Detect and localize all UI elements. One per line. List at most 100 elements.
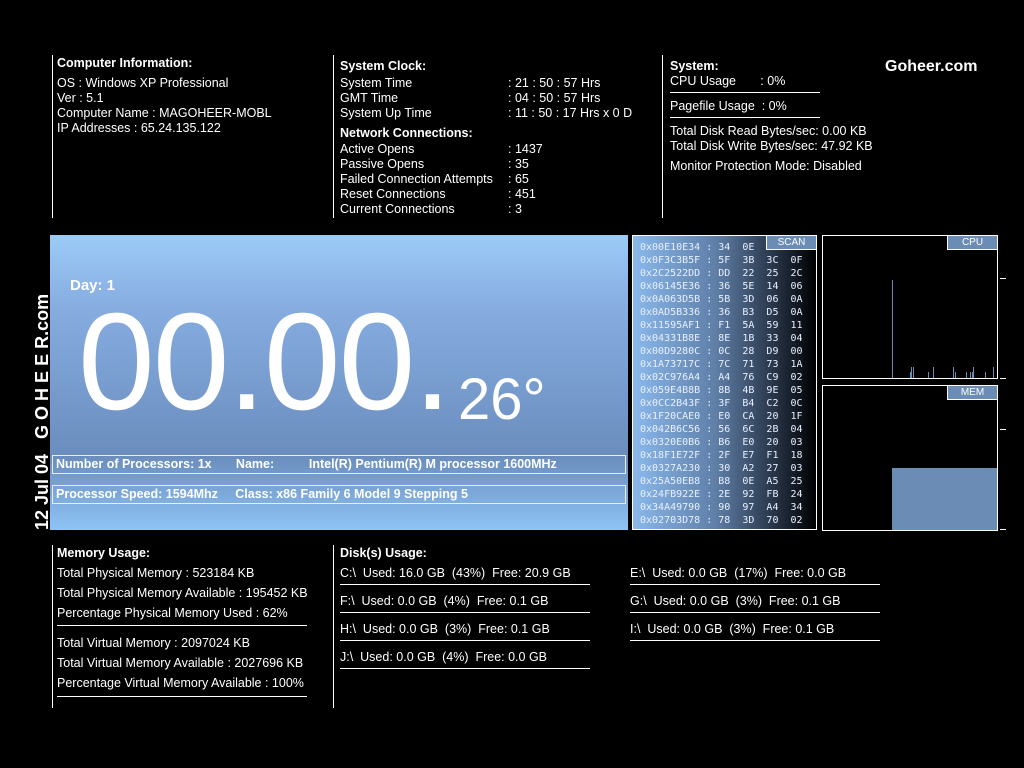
cpu-bar [928,372,929,378]
scan-panel: 0x00E10E34 : 34 0E 0x0F3C3B5F : 5F 3B 3C … [632,235,817,530]
scan-row: 0x0327A230 : 30 A2 27 03 [640,463,803,474]
cpu-tick [1000,378,1006,379]
cpu-bar [985,372,986,378]
reset-connections-label: Reset Connections [340,187,446,201]
system-title: System: [670,59,719,73]
ip-address: IP Addresses : 65.24.135.122 [57,121,221,135]
uptime-value: : 11 : 50 : 17 Hrs x 0 D [508,106,633,120]
mem-tick [1000,529,1006,530]
clock-panel: Day: 1 00.00. 26° Number of Processors: … [50,235,628,530]
brand-link[interactable]: Goheer.com [885,58,977,76]
failed-attempts-value: : 65 [508,172,529,186]
cpu-bar [933,367,934,378]
cpu-graph: CPU [822,235,998,379]
cpu-label: CPU [947,236,997,250]
scan-row: 0x06145E36 : 36 5E 14 06 [640,281,803,292]
divider [333,55,334,218]
computer-info-title: Computer Information: [57,56,193,70]
cpu-usage: CPU Usage : 0% [670,74,786,88]
cpu-bar [913,367,914,378]
mem-tick [1000,429,1006,430]
cpu-bar [966,372,967,378]
scan-row: 0x0AD5B336 : 36 B3 D5 0A [640,307,803,318]
divider [52,55,53,218]
divider [630,584,880,585]
temperature: 26° [458,367,546,432]
disk-row: C:\ Used: 16.0 GB (43%) Free: 20.9 GB [340,566,571,580]
scan-row: 0x24FB922E : 2E 92 FB 24 [640,489,803,500]
divider [340,640,590,641]
scan-row: 0x1F20CAE0 : E0 CA 20 1F [640,411,803,422]
mem-label: MEM [947,386,997,400]
divider [333,545,334,708]
divider [340,584,590,585]
memory-row: Total Physical Memory Available : 195452… [57,586,308,600]
current-connections-label: Current Connections [340,202,455,216]
disk-read: Total Disk Read Bytes/sec: 0.00 KB [670,124,867,138]
scan-row: 0x18F1E72F : 2F E7 F1 18 [640,450,803,461]
active-opens-value: : 1437 [508,142,543,156]
cpu-bar [955,372,956,378]
vertical-date-brand: 12 Jul 04 G O H E E R.com [32,293,52,530]
scan-row: 0x34A49790 : 90 97 A4 34 [640,502,803,513]
disk-row: I:\ Used: 0.0 GB (3%) Free: 0.1 GB [630,622,835,636]
processor-speed-bar: Processor Speed: 1594Mhz Class: x86 Fami… [52,485,626,504]
mem-graph: MEM [822,385,998,531]
disk-row: G:\ Used: 0.0 GB (3%) Free: 0.1 GB [630,594,841,608]
divider [340,668,590,669]
divider [57,625,307,626]
big-clock: 00.00. [78,285,452,439]
disk-write: Total Disk Write Bytes/sec: 47.92 KB [670,139,873,153]
disk-row: H:\ Used: 0.0 GB (3%) Free: 0.1 GB [340,622,550,636]
os-info: OS : Windows XP Professional [57,76,229,90]
cpu-bar [993,367,994,378]
divider [57,696,307,697]
disk-title: Disk(s) Usage: [340,546,427,560]
scan-row: 0x02C976A4 : A4 76 C9 02 [640,372,803,383]
processor-info-bar: Number of Processors: 1x Name: Intel(R) … [52,455,626,474]
system-clock-title: System Clock: [340,59,427,73]
scan-row: 0x04331B8E : 8E 1B 33 04 [640,333,803,344]
cpu-tick [1000,278,1006,279]
cpu-bar [911,367,912,378]
divider [52,545,53,708]
reset-connections-value: : 451 [508,187,536,201]
scan-row: 0x2C2522DD : DD 22 25 2C [640,268,803,279]
scan-row: 0x00D9280C : 0C 28 D9 00 [640,346,803,357]
scan-hex-list: 0x00E10E34 : 34 0E 0x0F3C3B5F : 5F 3B 3C … [633,236,816,527]
system-time-label: System Time [340,76,413,90]
scan-row: 0x25A50EB8 : B8 0E A5 25 [640,476,803,487]
passive-opens-label: Passive Opens [340,157,425,171]
failed-attempts-label: Failed Connection Attempts [340,172,493,186]
scan-row: 0x0A063D5B : 5B 3D 06 0A [640,294,803,305]
scan-label: SCAN [766,236,816,250]
gmt-time-label: GMT Time [340,91,399,105]
memory-row: Total Virtual Memory : 2097024 KB [57,636,250,650]
current-connections-value: : 3 [508,202,522,216]
memory-row: Total Virtual Memory Available : 2027696… [57,656,304,670]
uptime-label: System Up Time [340,106,432,120]
divider [340,612,590,613]
passive-opens-value: : 35 [508,157,529,171]
monitor-mode: Monitor Protection Mode: Disabled [670,159,862,173]
divider [662,55,663,218]
cpu-bar [892,280,893,378]
memory-row: Percentage Virtual Memory Available : 10… [57,676,304,690]
scan-row: 0x11595AF1 : F1 5A 59 11 [640,320,803,331]
disk-row: E:\ Used: 0.0 GB (17%) Free: 0.0 GB [630,566,847,580]
network-title: Network Connections: [340,126,473,140]
scan-row: 0x059E4B8B : 8B 4B 9E 05 [640,385,803,396]
disk-row: J:\ Used: 0.0 GB (4%) Free: 0.0 GB [340,650,548,664]
scan-row: 0x02703D78 : 78 3D 70 02 [640,515,803,526]
pagefile-usage: Pagefile Usage : 0% [670,99,787,113]
version-info: Ver : 5.1 [57,91,104,105]
scan-row: 0x0320E0B6 : B6 E0 20 03 [640,437,803,448]
gmt-time-value: : 04 : 50 : 57 Hrs [508,91,601,105]
memory-row: Percentage Physical Memory Used : 62% [57,606,288,620]
cpu-bar [970,372,971,378]
divider [670,117,820,118]
mem-fill [892,468,997,530]
cpu-bar [953,367,954,378]
cpu-bar [973,367,974,378]
active-opens-label: Active Opens [340,142,415,156]
